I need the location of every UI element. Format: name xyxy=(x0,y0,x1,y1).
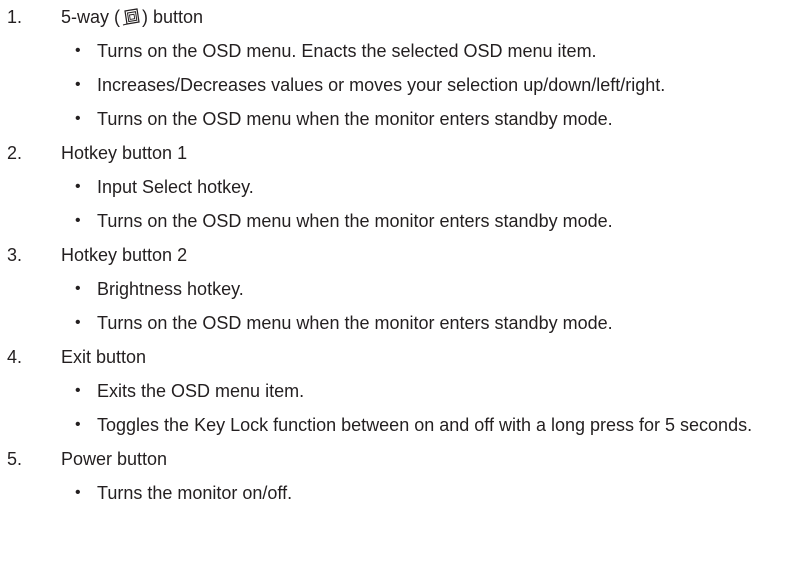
list-item-exit-button: 4. Exit button • Exits the OSD menu item.… xyxy=(0,340,798,442)
bullet-dot: • xyxy=(75,110,81,127)
bullet-dot: • xyxy=(75,416,81,433)
bullet-dot: • xyxy=(75,76,81,93)
bullet-item: • Brightness hotkey. xyxy=(0,272,798,306)
list-item-hotkey-button-2: 3. Hotkey button 2 • Brightness hotkey. •… xyxy=(0,238,798,340)
item-heading: 4. Exit button xyxy=(0,340,798,374)
item-number: 5. xyxy=(7,449,23,469)
bullet-text: Turns on the OSD menu when the monitor e… xyxy=(97,313,613,333)
five-way-joystick-icon xyxy=(121,3,141,37)
bullet-list: • Turns the monitor on/off. xyxy=(0,476,798,510)
bullet-text: Turns the monitor on/off. xyxy=(97,483,293,503)
bullet-item: • Turns on the OSD menu when the monitor … xyxy=(0,204,798,238)
bullet-text: Increases/Decreases values or moves your… xyxy=(97,75,666,95)
item-heading: 2. Hotkey button 1 xyxy=(0,136,798,170)
item-title: Power button xyxy=(61,449,168,469)
list-item-power-button: 5. Power button • Turns the monitor on/of… xyxy=(0,442,798,510)
list-item-five-way-button: 1. 5-way ( ) button • Turns on the OSD men… xyxy=(0,0,798,136)
bullet-text: Exits the OSD menu item. xyxy=(97,381,305,401)
bullet-dot: • xyxy=(75,314,81,331)
item-heading: 1. 5-way ( ) button xyxy=(0,0,798,34)
bullet-dot: • xyxy=(75,382,81,399)
bullet-item: • Turns on the OSD menu when the monitor … xyxy=(0,102,798,136)
bullet-item: • Turns on the OSD menu when the monitor … xyxy=(0,306,798,340)
item-heading: 5. Power button xyxy=(0,442,798,476)
item-number: 4. xyxy=(7,347,23,367)
item-title: Hotkey button 2 xyxy=(61,245,188,265)
item-number: 1. xyxy=(7,7,23,27)
bullet-dot: • xyxy=(75,212,81,229)
item-title: Hotkey button 1 xyxy=(61,143,188,163)
item-number: 2. xyxy=(7,143,23,163)
item-title: 5-way ( ) button xyxy=(61,0,203,37)
bullet-text: Brightness hotkey. xyxy=(97,279,244,299)
bullet-list: • Input Select hotkey. • Turns on the OSD … xyxy=(0,170,798,238)
bullet-item: • Exits the OSD menu item. xyxy=(0,374,798,408)
button-function-list: 1. 5-way ( ) button • Turns on the OSD men… xyxy=(0,0,798,510)
bullet-list: • Exits the OSD menu item. • Toggles the K… xyxy=(0,374,798,442)
bullet-item: • Input Select hotkey. xyxy=(0,170,798,204)
bullet-dot: • xyxy=(75,42,81,59)
bullet-text: Input Select hotkey. xyxy=(97,177,254,197)
item-heading: 3. Hotkey button 2 xyxy=(0,238,798,272)
bullet-text: Turns on the OSD menu. Enacts the select… xyxy=(97,41,597,61)
bullet-text: Turns on the OSD menu when the monitor e… xyxy=(97,211,613,231)
bullet-text: Turns on the OSD menu when the monitor e… xyxy=(97,109,613,129)
item-title-suffix: ) button xyxy=(142,7,204,27)
bullet-item: • Toggles the Key Lock function between o… xyxy=(0,408,798,442)
bullet-text: Toggles the Key Lock function between on… xyxy=(97,415,753,435)
bullet-dot: • xyxy=(75,280,81,297)
item-title: Exit button xyxy=(61,347,147,367)
bullet-list: • Turns on the OSD menu. Enacts the selec… xyxy=(0,34,798,136)
list-item-hotkey-button-1: 2. Hotkey button 1 • Input Select hotkey.… xyxy=(0,136,798,238)
item-title-prefix: 5-way ( xyxy=(61,7,121,27)
bullet-dot: • xyxy=(75,484,81,501)
bullet-dot: • xyxy=(75,178,81,195)
bullet-item: • Turns the monitor on/off. xyxy=(0,476,798,510)
bullet-item: • Turns on the OSD menu. Enacts the selec… xyxy=(0,34,798,68)
item-number: 3. xyxy=(7,245,23,265)
bullet-list: • Brightness hotkey. • Turns on the OSD me… xyxy=(0,272,798,340)
bullet-item: • Increases/Decreases values or moves you… xyxy=(0,68,798,102)
